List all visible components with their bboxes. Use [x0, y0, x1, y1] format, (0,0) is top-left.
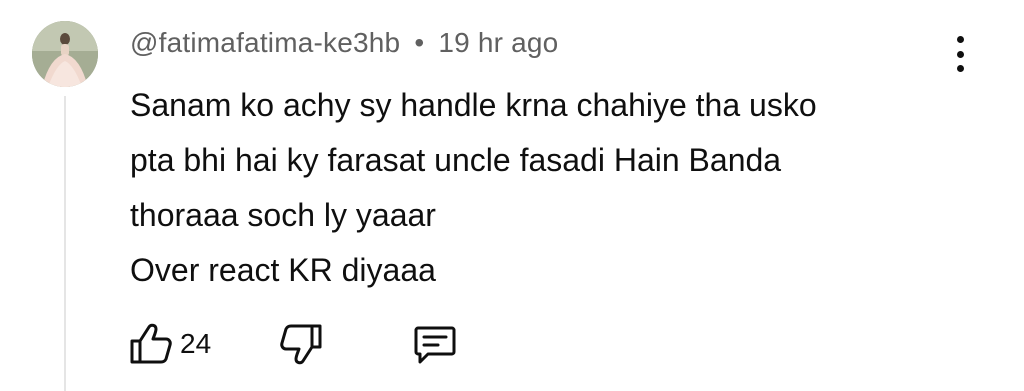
- thread-line: [64, 96, 66, 391]
- more-vertical-icon-dot: [956, 50, 964, 58]
- dislike-button[interactable]: [278, 322, 324, 366]
- meta-separator: •: [414, 27, 425, 58]
- more-vertical-icon: [956, 36, 964, 43]
- like-button[interactable]: 24: [128, 322, 211, 366]
- comment-line: pta bhi hai ky farasat uncle fasadi Hain…: [130, 142, 782, 178]
- like-count: 24: [180, 328, 212, 359]
- more-vertical-icon-dot: [956, 65, 964, 72]
- reply-button[interactable]: [412, 322, 458, 366]
- thumbs-down-icon: [280, 324, 322, 365]
- comment-timestamp[interactable]: 19 hr ago: [438, 27, 558, 58]
- comment-item: @fatimafatima-ke3hb • 19 hr ago Sanam ko…: [0, 0, 1024, 391]
- comment-line: Over react KR diyaaa: [130, 252, 436, 288]
- comment-line: Sanam ko achy sy handle krna chahiye tha…: [130, 87, 817, 123]
- comment-actions: 24: [128, 322, 488, 368]
- avatar[interactable]: [32, 21, 98, 87]
- comment-header: @fatimafatima-ke3hb • 19 hr ago: [130, 27, 558, 59]
- comment-line: thoraaa soch ly yaaar: [130, 197, 436, 233]
- comment-text: Sanam ko achy sy handle krna chahiye tha…: [130, 78, 950, 298]
- avatar-image: [32, 21, 98, 87]
- author-handle[interactable]: @fatimafatima-ke3hb: [130, 27, 400, 58]
- thumbs-up-icon: [130, 323, 172, 364]
- comment-reply-icon: [414, 326, 456, 364]
- more-options-button[interactable]: [946, 36, 974, 72]
